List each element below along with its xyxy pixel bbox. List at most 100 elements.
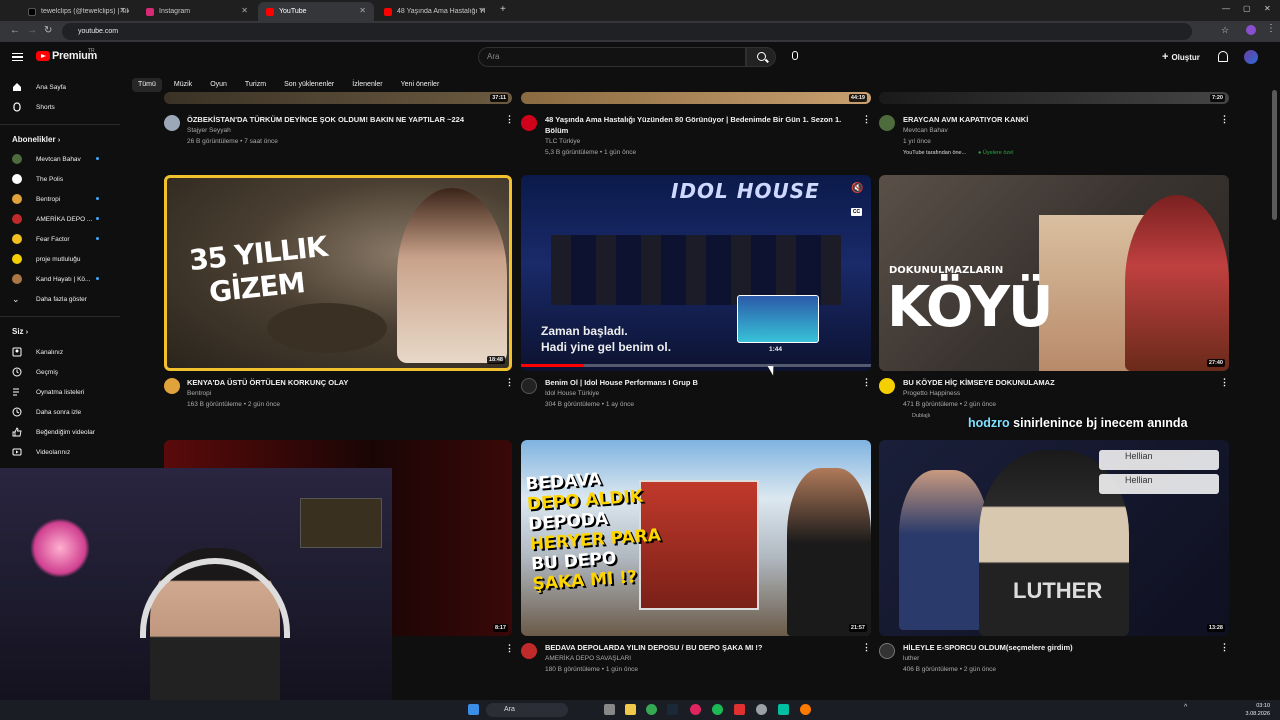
bookmark-star-icon[interactable]: ☆ [1221,25,1229,36]
more-options-icon[interactable]: ⋮ [505,114,514,125]
channel-name[interactable]: Bentropi [187,389,211,399]
browser-tab-video[interactable]: 48 Yaşında Ama Hastalığı Yüzünden✕ [376,2,494,21]
microphone-icon[interactable] [792,51,798,60]
taskbar-search[interactable]: Ara [486,703,568,717]
sidebar-item-liked[interactable]: Beğendiğim videolar [12,426,95,438]
channel-name[interactable]: luther [903,654,919,664]
channel-name[interactable]: Stajyer Seyyah [187,126,231,136]
notifications-icon[interactable] [1218,51,1228,62]
minimize-icon[interactable]: — [1222,4,1230,13]
chip-all[interactable]: Tümü [132,78,162,92]
channel-avatar[interactable] [164,378,180,394]
sidebar-sub-5[interactable]: Fear Factor [12,233,99,245]
show-more-button[interactable]: ⌄ Daha fazla göster [12,293,87,305]
sidebar-item-playlists[interactable]: Oynatma listeleri [12,386,84,398]
more-options-icon[interactable]: ⋮ [505,377,514,388]
channel-name[interactable]: Progetto Happiness [903,389,960,399]
channel-name[interactable]: Mevtcan Bahav [903,126,948,136]
sidebar-sub-2[interactable]: The Polis [12,173,63,185]
url-field[interactable]: youtube.com [62,23,1192,40]
browser-menu-icon[interactable]: ⋮ [1266,23,1276,34]
channel-avatar[interactable] [521,643,537,659]
video-preview-player[interactable]: IDOL HOUSE Zaman başladı. Hadi yine gel b… [521,175,871,371]
video-title[interactable]: KENYA'DA ÜSTÜ ÖRTÜLEN KORKUNÇ OLAY [187,377,497,388]
maximize-icon[interactable]: ▢ [1243,4,1251,13]
video-title[interactable]: Benim Ol | Idol House Performans I Grup … [545,377,845,388]
close-icon[interactable]: ✕ [479,6,486,15]
more-options-icon[interactable]: ⋮ [1220,642,1229,653]
channel-name[interactable]: AMERİKA DEPO SAVAŞLARI [545,654,631,664]
sidebar-item-history[interactable]: Geçmiş [12,366,58,378]
close-icon[interactable]: ✕ [241,6,248,15]
app-icon[interactable] [690,704,701,715]
channel-name[interactable]: Idol House Türkiye [545,389,599,399]
chrome-icon[interactable] [646,704,657,715]
chip-tourism[interactable]: Turizm [239,78,272,92]
windows-start-icon[interactable] [468,704,479,715]
youtube-logo-icon[interactable] [36,51,50,61]
spotify-icon[interactable] [712,704,723,715]
close-icon[interactable]: ✕ [359,6,366,15]
sidebar-sub-4[interactable]: AMERİKA DEPO ... [12,213,99,225]
new-tab-icon[interactable]: + [500,4,506,15]
page-scrollbar[interactable] [1272,90,1277,220]
more-options-icon[interactable]: ⋮ [1220,377,1229,388]
browser-tab-tiktok[interactable]: tewelclips (@tewelclips) | TikTok✕ [20,2,134,21]
video-thumbnail[interactable]: 7:20 [879,92,1229,104]
system-clock[interactable]: 03:10 3.08.2026 [1246,702,1270,718]
more-options-icon[interactable]: ⋮ [862,377,871,388]
chip-new[interactable]: Yeni öneriler [395,78,446,92]
video-thumbnail[interactable]: BEDAVA DEPO ALDIK DEPODA HERYER PARA BU … [521,440,871,636]
channel-name[interactable]: TLC Türkiye [545,137,580,147]
more-options-icon[interactable]: ⋮ [862,114,871,125]
task-view-icon[interactable] [604,704,615,715]
subscriptions-heading[interactable]: Abonelikler › [12,135,60,144]
profile-icon[interactable] [1246,25,1256,35]
video-thumbnail[interactable]: 44:19 [521,92,871,104]
you-heading[interactable]: Siz › [12,327,28,336]
create-button[interactable]: + Oluştur [1162,51,1200,63]
video-thumbnail[interactable]: LUTHER Hellian Hellian 13:28 [879,440,1229,636]
chip-recent[interactable]: Son yüklenenler [278,78,340,92]
browser-tab-youtube[interactable]: YouTube ✕ [258,2,374,21]
captions-icon[interactable]: CC [851,208,862,216]
channel-avatar[interactable] [164,115,180,131]
app-icon[interactable] [778,704,789,715]
steam-icon[interactable] [667,704,678,715]
back-icon[interactable]: ← [10,25,20,36]
close-window-icon[interactable]: ✕ [1264,4,1271,13]
sidebar-item-your-channel[interactable]: Kanalınız [12,346,63,358]
video-thumbnail[interactable]: 37:11 [164,92,512,104]
channel-avatar[interactable] [521,378,537,394]
chip-watched[interactable]: İzlenenler [346,78,388,92]
sidebar-item-home[interactable]: Ana Sayfa [12,81,66,93]
channel-avatar[interactable] [879,643,895,659]
video-title[interactable]: ERAYCAN AVM KAPATIYOR KANKİ [903,114,1203,125]
more-options-icon[interactable]: ⋮ [1220,114,1229,125]
reload-icon[interactable]: ↻ [44,25,52,36]
close-icon[interactable]: ✕ [119,6,126,15]
channel-avatar[interactable] [521,115,537,131]
app-icon[interactable] [800,704,811,715]
sidebar-item-watch-later[interactable]: Daha sonra izle [12,406,81,418]
search-input[interactable]: Ara [478,47,746,67]
sidebar-sub-1[interactable]: Mevtcan Bahav [12,153,99,165]
sidebar-sub-6[interactable]: proje mutluluğu [12,253,80,265]
file-explorer-icon[interactable] [625,704,636,715]
forward-icon[interactable]: → [27,25,37,36]
browser-tab-instagram[interactable]: Instagram ✕ [138,2,256,21]
more-options-icon[interactable]: ⋮ [862,642,871,653]
video-title[interactable]: HİLEYLE E-SPORCU OLDUM(seçmelere girdim) [903,642,1203,653]
sidebar-sub-7[interactable]: Kand Hayatı | Kö... [12,273,99,285]
settings-icon[interactable] [756,704,767,715]
sidebar-sub-3[interactable]: Bentropi [12,193,99,205]
video-title[interactable]: ÖZBEKİSTAN'DA TÜRKÜM DEYİNCE ŞOK OLDUM! … [187,114,497,125]
app-icon[interactable] [734,704,745,715]
channel-avatar[interactable] [879,115,895,131]
menu-icon[interactable] [12,53,23,61]
chip-music[interactable]: Müzik [168,78,198,92]
video-thumbnail[interactable]: DOKUNULMAZLARIN KÖYÜ 27:40 [879,175,1229,371]
sidebar-item-your-videos[interactable]: Videolarınız [12,446,70,458]
video-title[interactable]: BEDAVA DEPOLARDA YILIN DEPOSU / BU DEPO … [545,642,845,653]
mute-icon[interactable]: 🔇 [851,183,863,194]
